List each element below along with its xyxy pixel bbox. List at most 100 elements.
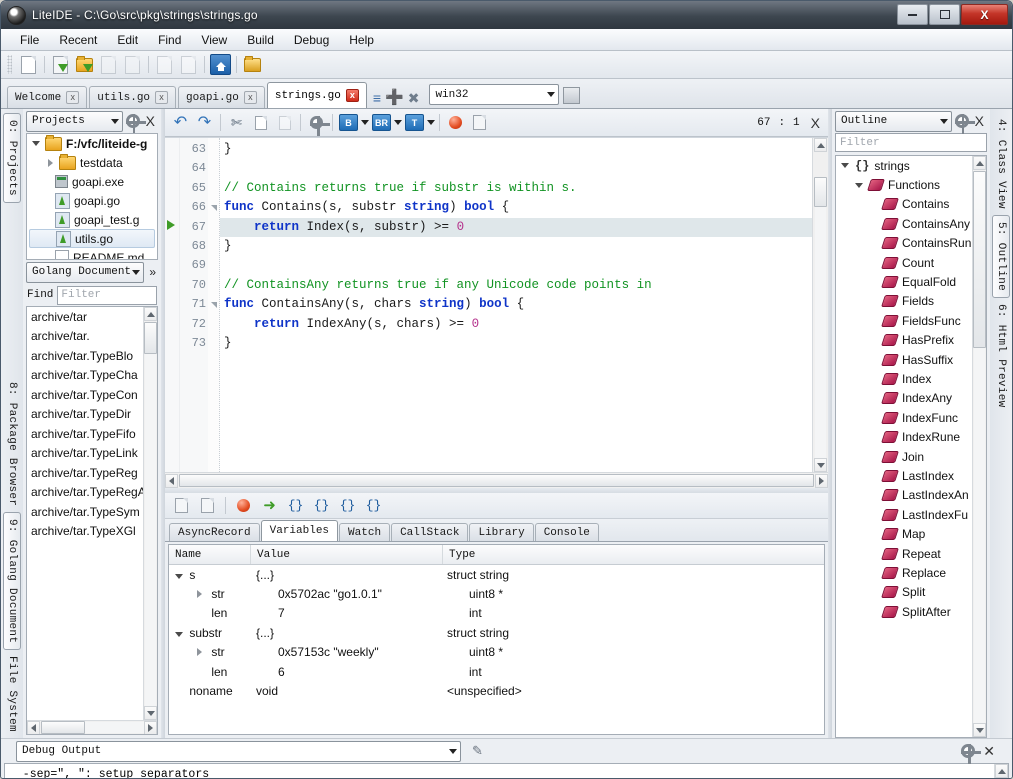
menu-build[interactable]: Build bbox=[237, 31, 284, 49]
step-out-file-icon[interactable] bbox=[196, 495, 219, 517]
twisty-icon[interactable] bbox=[175, 626, 186, 640]
scroll-up-icon[interactable] bbox=[814, 138, 827, 152]
tab-close-icon[interactable]: x bbox=[346, 89, 359, 102]
twisty-icon[interactable] bbox=[854, 183, 864, 188]
outline-item[interactable]: FieldsFunc bbox=[836, 311, 972, 330]
golang-document-items[interactable]: archive/tar archive/tar. archive/tar.Typ… bbox=[27, 307, 143, 720]
tree-row-readme[interactable]: README.md bbox=[27, 248, 157, 260]
scroll-up-icon[interactable] bbox=[973, 156, 986, 170]
step-into-icon[interactable]: {} bbox=[310, 495, 333, 517]
test-dropdown[interactable]: T bbox=[403, 112, 426, 134]
filter-input[interactable]: Filter bbox=[57, 286, 157, 305]
paste-icon[interactable] bbox=[273, 112, 296, 134]
outline-item[interactable]: IndexAny bbox=[836, 389, 972, 408]
scroll-thumb-h[interactable] bbox=[41, 721, 85, 734]
outline-item[interactable]: HasPrefix bbox=[836, 331, 972, 350]
variables-rows[interactable]: s{...}struct string str0x5702ac "go1.0.1… bbox=[169, 565, 824, 734]
code-line[interactable]: // ContainsAny returns true if any Unico… bbox=[220, 276, 812, 295]
code-line[interactable]: func ContainsAny(s, chars string) bool { bbox=[220, 295, 812, 314]
project-tree[interactable]: F:/vfc/liteide-g testdata goapi.exe goap… bbox=[26, 133, 158, 260]
outline-item[interactable]: Replace bbox=[836, 563, 972, 582]
list-item[interactable]: archive/tar. bbox=[27, 327, 143, 347]
scroll-thumb[interactable] bbox=[144, 322, 157, 354]
outline-item[interactable]: Contains bbox=[836, 195, 972, 214]
expand-panel-icon[interactable]: » bbox=[147, 265, 158, 279]
new-file-icon[interactable] bbox=[17, 54, 40, 76]
tab-close-icon[interactable]: x bbox=[244, 91, 257, 104]
breakpoint-margin[interactable] bbox=[165, 138, 180, 472]
tree-row-testdata[interactable]: testdata bbox=[27, 153, 157, 172]
output-body[interactable]: -sep=", ": setup separators -v=false: ve… bbox=[4, 763, 1009, 779]
menu-file[interactable]: File bbox=[10, 31, 49, 49]
menu-recent[interactable]: Recent bbox=[49, 31, 107, 49]
twisty-icon[interactable] bbox=[197, 587, 208, 601]
fold-icon[interactable] bbox=[211, 205, 217, 211]
home-icon[interactable] bbox=[209, 54, 232, 76]
fold-margin[interactable] bbox=[208, 138, 220, 472]
outline-item[interactable]: IndexRune bbox=[836, 427, 972, 446]
list-item[interactable]: archive/tar.TypeCon bbox=[27, 385, 143, 405]
list-item[interactable]: archive/tar.TypeBlo bbox=[27, 346, 143, 366]
tree-row-goapi-test-go[interactable]: goapi_test.g bbox=[27, 210, 157, 229]
outline-filter-input[interactable]: Filter bbox=[835, 133, 987, 152]
scroll-thumb-h[interactable] bbox=[179, 474, 814, 487]
list-item[interactable]: archive/tar.TypeLink bbox=[27, 444, 143, 464]
table-row[interactable]: nonamevoid<unspecified> bbox=[169, 681, 824, 700]
twisty-icon[interactable] bbox=[197, 645, 208, 659]
output-selector[interactable]: Debug Output bbox=[16, 741, 461, 762]
gear-icon[interactable] bbox=[305, 112, 328, 134]
golang-document-list[interactable]: archive/tar archive/tar. archive/tar.Typ… bbox=[26, 306, 158, 735]
export-icon[interactable] bbox=[468, 112, 491, 134]
chevron-down-icon[interactable] bbox=[394, 120, 402, 125]
outline-selector[interactable]: Outline bbox=[835, 111, 952, 132]
golang-document-selector[interactable]: Golang Document bbox=[26, 262, 144, 283]
outline-item[interactable]: SplitAfter bbox=[836, 602, 972, 621]
scroll-left-icon[interactable] bbox=[165, 474, 178, 488]
code-line[interactable] bbox=[220, 256, 812, 275]
outline-item[interactable]: LastIndexAn bbox=[836, 486, 972, 505]
doc-properties-icon[interactable] bbox=[177, 54, 200, 76]
editor-vscrollbar[interactable] bbox=[812, 138, 828, 472]
list-item[interactable]: archive/tar.TypeSym bbox=[27, 502, 143, 522]
build-target-selector[interactable]: win32 bbox=[429, 84, 559, 105]
go-package-icon[interactable] bbox=[241, 54, 264, 76]
outline-item[interactable]: Repeat bbox=[836, 544, 972, 563]
open-folder-icon[interactable] bbox=[73, 54, 96, 76]
tree-row-goapi-go[interactable]: goapi.go bbox=[27, 191, 157, 210]
clear-output-icon[interactable]: ✎ bbox=[466, 740, 489, 762]
fold-icon[interactable] bbox=[211, 302, 217, 308]
editor-hscrollbar[interactable] bbox=[165, 472, 828, 488]
scroll-left-icon[interactable] bbox=[27, 721, 40, 735]
stop-icon[interactable] bbox=[563, 87, 580, 104]
scroll-up-icon[interactable] bbox=[144, 307, 157, 321]
list-item[interactable]: archive/tar.TypeDir bbox=[27, 405, 143, 425]
close-editor-icon[interactable]: X bbox=[808, 116, 823, 130]
menu-edit[interactable]: Edit bbox=[107, 31, 148, 49]
table-row[interactable]: len7int bbox=[169, 604, 824, 623]
debug-tab-callstack[interactable]: CallStack bbox=[391, 523, 468, 541]
twisty-icon[interactable] bbox=[45, 159, 55, 167]
tree-row-goapi-exe[interactable]: goapi.exe bbox=[27, 172, 157, 191]
new-doc-icon[interactable] bbox=[153, 54, 176, 76]
menu-view[interactable]: View bbox=[191, 31, 237, 49]
table-row[interactable]: s{...}struct string bbox=[169, 565, 824, 584]
code-line[interactable]: } bbox=[220, 334, 812, 353]
outline-item[interactable]: ContainsRun bbox=[836, 234, 972, 253]
code-line[interactable]: // Contains returns true if substr is wi… bbox=[220, 179, 812, 198]
code-editor[interactable]: 63 64 65 66 67 68 69 70 71 72 73 bbox=[165, 137, 828, 472]
outline-item[interactable]: ContainsAny bbox=[836, 214, 972, 233]
scroll-down-icon[interactable] bbox=[144, 706, 157, 720]
list-item[interactable]: archive/tar.TypeRegA bbox=[27, 483, 143, 503]
editor-tab-goapi-go[interactable]: goapi.go x bbox=[178, 86, 265, 108]
golang-document-vscrollbar[interactable] bbox=[143, 307, 157, 720]
left-tab-projects[interactable]: 0: Projects bbox=[3, 113, 21, 203]
output-vscrollbar[interactable] bbox=[994, 764, 1008, 779]
editor-tab-utils-go[interactable]: utils.go x bbox=[89, 86, 176, 108]
list-item[interactable]: archive/tar bbox=[27, 307, 143, 327]
outline-item[interactable]: Fields bbox=[836, 292, 972, 311]
chevron-down-icon[interactable] bbox=[427, 120, 435, 125]
add-tab-icon[interactable]: ➕ bbox=[385, 90, 404, 105]
step-into-file-icon[interactable] bbox=[170, 495, 193, 517]
build-dropdown[interactable]: B bbox=[337, 112, 360, 134]
save-all-icon[interactable] bbox=[121, 54, 144, 76]
